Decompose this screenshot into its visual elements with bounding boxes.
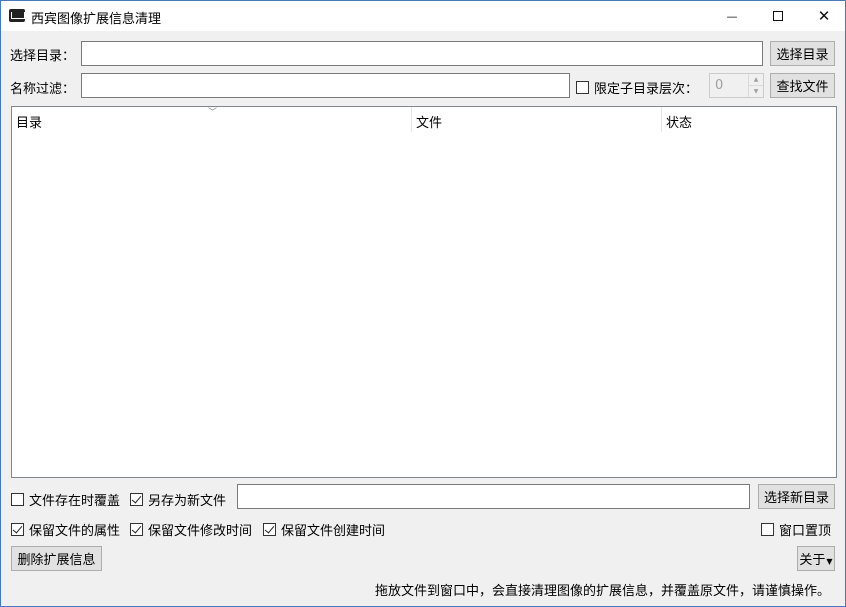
sort-indicator-icon: ﹀ — [208, 108, 218, 118]
topmost-checkbox[interactable]: 窗口置顶 — [761, 520, 831, 539]
delete-ext-info-button[interactable]: 删除扩展信息 — [11, 546, 102, 571]
spin-up-icon[interactable]: ▲ — [749, 74, 763, 85]
column-status-label: 状态 — [666, 116, 693, 131]
column-header-dir[interactable]: 目录 ﹀ — [12, 107, 412, 132]
limit-depth-checkbox-box[interactable] — [576, 81, 589, 94]
select-dir-button[interactable]: 选择目录 — [770, 41, 835, 66]
keep-attributes-box[interactable] — [11, 523, 24, 536]
find-files-button[interactable]: 查找文件 — [770, 73, 835, 98]
about-button[interactable]: 关于 ▼ — [797, 546, 835, 571]
about-label: 关于 — [799, 553, 826, 568]
overwrite-exists-box[interactable] — [11, 493, 24, 506]
minimize-button[interactable]: — — [709, 1, 755, 31]
close-icon: ✕ — [817, 7, 831, 25]
minimize-icon: — — [726, 9, 738, 23]
keep-created-box[interactable] — [263, 523, 276, 536]
maximize-button[interactable] — [755, 1, 801, 31]
file-list[interactable]: 目录 ﹀ 文件 状态 — [11, 106, 837, 478]
limit-depth-checkbox[interactable]: 限定子目录层次： — [576, 78, 698, 97]
title-bar: 西宾图像扩展信息清理 — ✕ — [1, 1, 845, 31]
keep-created-label: 保留文件创建时间 — [281, 524, 386, 539]
dir-path-input[interactable] — [81, 41, 763, 66]
keep-modified-checkbox[interactable]: 保留文件修改时间 — [130, 520, 252, 539]
name-filter-label: 名称过滤： — [10, 82, 76, 97]
depth-value: 0 — [715, 78, 724, 93]
save-as-new-checkbox[interactable]: 另存为新文件 — [130, 490, 226, 509]
column-header-status[interactable]: 状态 — [662, 107, 836, 132]
column-file-label: 文件 — [416, 116, 443, 131]
new-dir-input[interactable] — [237, 484, 750, 509]
select-dir-label: 选择目录： — [10, 49, 76, 64]
overwrite-exists-checkbox[interactable]: 文件存在时覆盖 — [11, 490, 120, 509]
dropdown-caret-icon: ▼ — [826, 557, 833, 566]
keep-attributes-checkbox[interactable]: 保留文件的属性 — [11, 520, 120, 539]
spin-down-icon[interactable]: ▼ — [749, 85, 763, 96]
topmost-label: 窗口置顶 — [779, 524, 832, 539]
limit-depth-label: 限定子目录层次： — [594, 82, 699, 97]
list-header: 目录 ﹀ 文件 状态 — [12, 107, 836, 132]
save-as-new-label: 另存为新文件 — [148, 494, 227, 509]
depth-spinner[interactable]: 0 ▲ ▼ — [709, 73, 764, 98]
name-filter-input[interactable] — [81, 73, 570, 98]
save-as-new-box[interactable] — [130, 493, 143, 506]
select-new-dir-button[interactable]: 选择新目录 — [758, 484, 835, 509]
status-hint: 拖放文件到窗口中，会直接清理图像的扩展信息，并覆盖原文件，请谨慎操作。 — [374, 584, 830, 599]
keep-modified-box[interactable] — [130, 523, 143, 536]
maximize-icon — [773, 11, 783, 21]
close-button[interactable]: ✕ — [801, 1, 846, 31]
column-dir-label: 目录 — [16, 116, 43, 131]
column-header-file[interactable]: 文件 — [412, 107, 662, 132]
app-icon — [9, 9, 25, 22]
topmost-box[interactable] — [761, 523, 774, 536]
overwrite-exists-label: 文件存在时覆盖 — [29, 494, 121, 509]
keep-attributes-label: 保留文件的属性 — [29, 524, 121, 539]
spinner-buttons: ▲ ▼ — [748, 74, 763, 97]
keep-modified-label: 保留文件修改时间 — [148, 524, 253, 539]
keep-created-checkbox[interactable]: 保留文件创建时间 — [263, 520, 385, 539]
app-window: 西宾图像扩展信息清理 — ✕ 选择目录： 选择目录 名称过滤： 限定子目录层次：… — [0, 0, 846, 607]
window-title: 西宾图像扩展信息清理 — [31, 12, 162, 27]
